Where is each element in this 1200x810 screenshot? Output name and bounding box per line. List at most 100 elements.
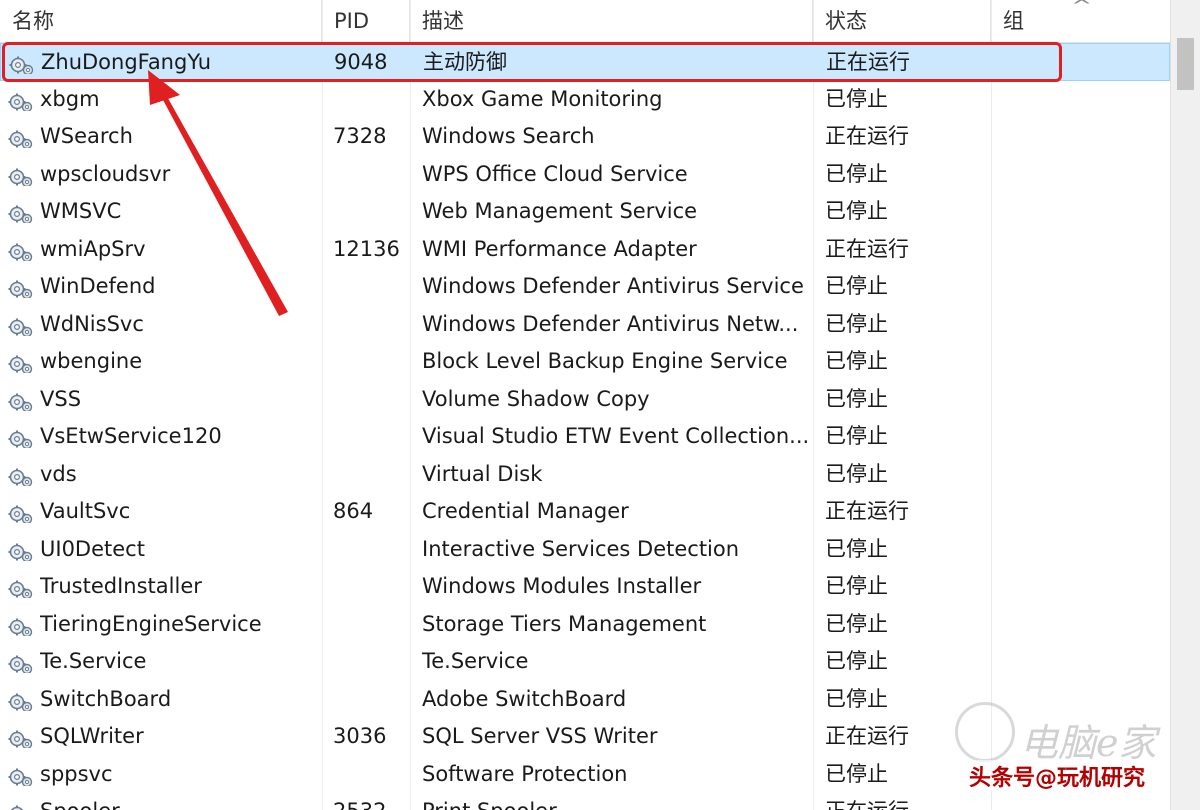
table-row[interactable]: VSS Volume Shadow Copy 已停止 <box>0 381 1170 419</box>
service-pid: 864 <box>333 499 374 523</box>
service-gear-icon <box>8 689 34 711</box>
table-row[interactable]: UI0Detect Interactive Services Detection 已… <box>0 531 1170 569</box>
service-description: Software Protection <box>422 761 628 786</box>
service-status: 已停止 <box>825 574 888 598</box>
column-header-desc[interactable]: 描述 <box>410 0 813 42</box>
service-description: SQL Server VSS Writer <box>422 724 658 748</box>
service-status: 正在运行 <box>825 124 909 148</box>
service-description: Windows Modules Installer <box>422 574 702 598</box>
service-pid <box>333 756 408 794</box>
column-header-status[interactable]: 状态 <box>813 0 991 42</box>
service-gear-icon <box>8 89 34 111</box>
service-name: wbengine <box>40 349 143 373</box>
table-row[interactable]: TieringEngineService Storage Tiers Manage… <box>0 606 1170 644</box>
service-gear-icon <box>8 126 34 148</box>
scrollbar-thumb[interactable] <box>1177 38 1194 90</box>
service-description: Visual Studio ETW Event Collection... <box>422 424 807 448</box>
column-header-name[interactable]: 名称 <box>0 0 322 42</box>
table-row[interactable]: wpscloudsvr WPS Office Cloud Service 已停止 <box>0 156 1170 194</box>
service-gear-icon <box>8 764 34 786</box>
service-gear-icon <box>8 164 34 186</box>
service-description: Web Management Service <box>422 199 698 223</box>
table-row[interactable]: WMSVC Web Management Service 已停止 <box>0 193 1170 231</box>
service-gear-icon <box>8 201 34 223</box>
service-pid <box>333 156 408 194</box>
service-gear-icon <box>8 464 34 486</box>
table-row[interactable]: wmiApSrv 12136 WMI Performance Adapter 正在运行 <box>0 231 1170 269</box>
service-gear-icon <box>8 276 34 298</box>
service-status: 已停止 <box>825 536 888 561</box>
watermark-logo-icon <box>955 702 1015 762</box>
table-row[interactable]: WSearch 7328 Windows Search 正在运行 <box>0 118 1170 156</box>
service-status: 已停止 <box>825 274 888 298</box>
service-name: VaultSvc <box>40 499 131 523</box>
highlight-annotation-box <box>2 42 1062 82</box>
service-gear-icon <box>8 314 34 336</box>
service-name: WMSVC <box>40 199 122 223</box>
table-row[interactable]: xbgm Xbox Game Monitoring 已停止 <box>0 81 1170 119</box>
service-pid <box>333 418 408 456</box>
service-name: Te.Service <box>40 649 147 673</box>
service-pid <box>333 306 408 344</box>
service-pid <box>333 606 408 644</box>
service-name: TrustedInstaller <box>40 574 202 598</box>
service-status: 已停止 <box>825 461 888 486</box>
service-name: UI0Detect <box>40 536 145 561</box>
service-pid <box>333 456 408 494</box>
service-pid <box>333 343 408 381</box>
service-pid: 2532 <box>333 793 408 810</box>
service-name: TieringEngineService <box>40 611 262 636</box>
service-description: Credential Manager <box>422 499 629 523</box>
service-description: Interactive Services Detection <box>422 536 740 561</box>
sort-ascending-icon[interactable]: ^ <box>1071 0 1092 15</box>
service-name: sppsvc <box>40 761 113 786</box>
service-status: 已停止 <box>825 649 888 673</box>
service-gear-icon <box>8 351 34 373</box>
service-pid <box>333 381 408 419</box>
service-gear-icon <box>8 726 34 748</box>
service-gear-icon <box>8 801 34 810</box>
service-gear-icon <box>8 426 34 448</box>
column-header-pid[interactable]: PID <box>322 0 410 42</box>
table-row[interactable]: WinDefend Windows Defender Antivirus Serv… <box>0 268 1170 306</box>
service-gear-icon <box>8 239 34 261</box>
table-row[interactable]: VaultSvc 864 Credential Manager 正在运行 <box>0 493 1170 531</box>
service-pid: 12136 <box>333 236 400 261</box>
service-description: WPS Office Cloud Service <box>422 161 688 186</box>
table-row[interactable]: VsEtwService120 Visual Studio ETW Event C… <box>0 418 1170 456</box>
table-row[interactable]: WdNisSvc Windows Defender Antivirus Netw.… <box>0 306 1170 344</box>
service-status: 已停止 <box>825 761 888 786</box>
service-description: Storage Tiers Management <box>422 611 707 636</box>
service-description: Xbox Game Monitoring <box>422 86 663 111</box>
service-name: SQLWriter <box>40 724 144 748</box>
service-pid <box>333 193 408 231</box>
service-status: 正在运行 <box>825 499 909 523</box>
service-gear-icon <box>8 614 34 636</box>
service-description: Windows Search <box>422 124 595 148</box>
vertical-scrollbar[interactable] <box>1170 0 1200 810</box>
table-row[interactable]: TrustedInstaller Windows Modules Installe… <box>0 568 1170 606</box>
service-gear-icon <box>8 576 34 598</box>
service-status: 已停止 <box>825 349 888 373</box>
table-row[interactable]: wbengine Block Level Backup Engine Servic… <box>0 343 1170 381</box>
service-status: 已停止 <box>825 86 888 111</box>
table-row[interactable]: Te.Service Te.Service 已停止 <box>0 643 1170 681</box>
service-gear-icon <box>8 389 34 411</box>
service-status: 已停止 <box>825 386 888 411</box>
table-row[interactable]: Spooler 2532 Print Spooler 正在运行 <box>0 793 1170 810</box>
service-description: Volume Shadow Copy <box>422 386 650 411</box>
service-pid <box>333 531 408 569</box>
service-list: ZhuDongFangYu 9048 主动防御 正在运行 xbgm Xbox Game M… <box>0 43 1170 810</box>
service-status: 已停止 <box>825 424 888 448</box>
service-name: VSS <box>40 386 82 411</box>
service-pid <box>333 643 408 681</box>
service-name: WinDefend <box>40 274 156 298</box>
table-row[interactable]: vds Virtual Disk 已停止 <box>0 456 1170 494</box>
service-description: WMI Performance Adapter <box>422 236 697 261</box>
column-header: 名称 PID 描述 状态 组 ^ <box>0 0 1170 43</box>
service-status: 已停止 <box>825 161 888 186</box>
service-description: Te.Service <box>422 649 529 673</box>
service-gear-icon <box>8 501 34 523</box>
service-name: wpscloudsvr <box>40 161 171 186</box>
service-status: 正在运行 <box>825 793 985 810</box>
